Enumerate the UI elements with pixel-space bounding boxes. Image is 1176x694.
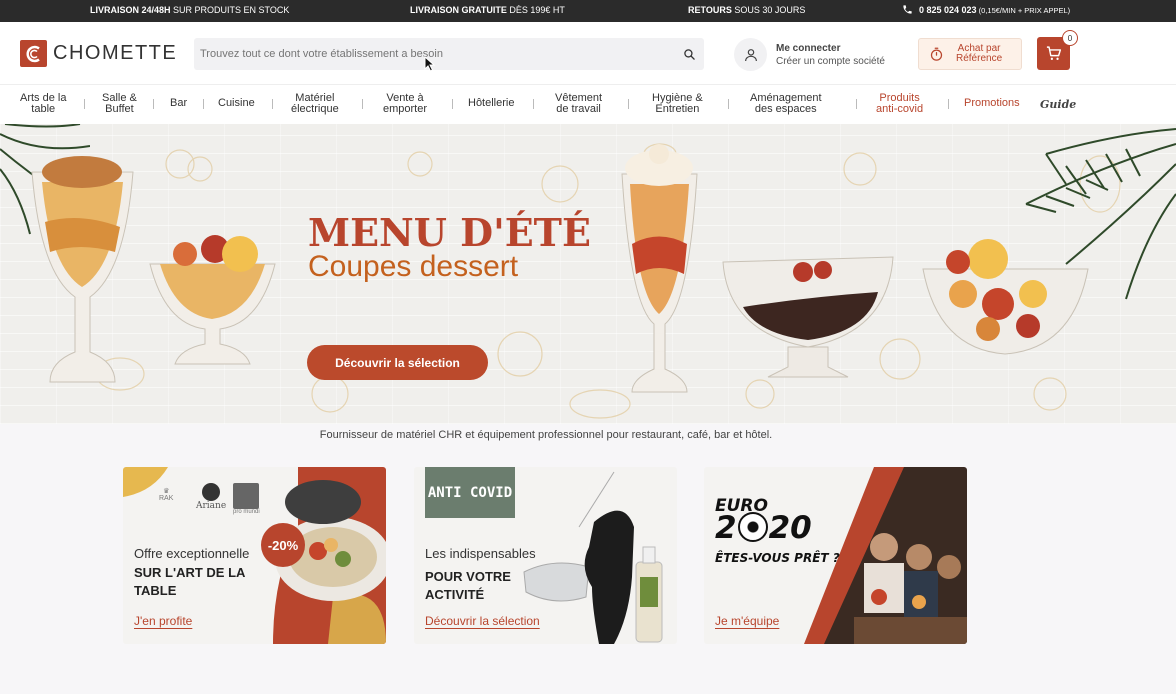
nav-separator	[272, 99, 273, 109]
brand-logo-rak: ♛ RAK	[159, 488, 174, 502]
discount-badge: -20%	[261, 523, 305, 567]
logo-text: CHOMETTE	[53, 42, 178, 64]
top-info-bar: LIVRAISON 24/48H SUR PRODUITS EN STOCK L…	[0, 0, 1176, 22]
create-account-label: Créer un compte société	[776, 55, 885, 67]
site-tagline: Fournisseur de matériel CHR et équipemen…	[319, 429, 773, 441]
login-label: Me connecter	[776, 42, 841, 54]
nav-item-arts-de-la-table[interactable]: Arts de la table	[20, 93, 66, 115]
nav-item-hygiene-entretien[interactable]: Hygiène & Entretien	[652, 93, 703, 115]
brand-logo-promundi: pro mundi	[233, 483, 260, 515]
nav-item-salle-buffet[interactable]: Salle & Buffet	[102, 93, 137, 115]
nav-separator	[84, 99, 85, 109]
chomette-logo-icon	[20, 40, 47, 67]
main-navigation: Arts de la table Salle & Buffet Bar Cuisin…	[0, 84, 1176, 124]
card2-line2: POUR VOTRE	[425, 569, 511, 584]
nav-separator	[452, 99, 453, 109]
parfait-glass-image	[621, 144, 698, 393]
euro-year: 2 20	[715, 510, 812, 546]
mouse-cursor-icon	[424, 56, 436, 72]
card1-line1: Offre exceptionnelle	[134, 546, 250, 561]
euro-tagline: ÊTES-VOUS PRÊT ?	[715, 551, 840, 565]
phone-icon	[903, 5, 912, 14]
card1-line3: TABLE	[134, 583, 177, 598]
nav-separator	[533, 99, 534, 109]
nav-item-cuisine[interactable]: Cuisine	[218, 98, 255, 109]
nav-separator	[628, 99, 629, 109]
cart-button[interactable]: 0	[1037, 30, 1078, 70]
promo-card-art-de-la-table[interactable]: ♛ RAK Ariane pro mundi -20% Offre excepti…	[123, 467, 386, 644]
site-logo[interactable]: CHOMETTE	[20, 40, 177, 67]
hero-subtitle: Coupes dessert	[308, 250, 519, 283]
sundae-glass-image	[31, 156, 134, 383]
nav-separator	[203, 99, 204, 109]
free-shipping-bold: LIVRAISON GRATUITE	[410, 5, 507, 15]
chocolate-dessert-bowl-image	[722, 256, 894, 378]
search-bar	[194, 38, 704, 70]
stopwatch-icon	[930, 47, 943, 61]
returns-rest: SOUS 30 JOURS	[731, 5, 806, 15]
nav-item-promotions[interactable]: Promotions	[964, 98, 1020, 109]
nav-separator	[856, 99, 857, 109]
achat-label-2: Référence	[956, 53, 1003, 64]
free-shipping-info: LIVRAISON GRATUITE DÈS 199€ HT	[410, 5, 565, 15]
phone-price: (0,15€/MIN + PRIX APPEL)	[976, 5, 1071, 15]
brand-logo-ariane: Ariane	[196, 483, 226, 511]
phone-number: 0 825 024 023	[919, 4, 977, 15]
hero-title: MENU D'ÉTÉ	[308, 210, 591, 255]
card1-link[interactable]: J'en profite	[134, 614, 192, 628]
card3-link[interactable]: Je m'équipe	[715, 614, 779, 628]
search-icon	[683, 48, 695, 60]
card2-line3: ACTIVITÉ	[425, 587, 485, 602]
nav-item-hotellerie[interactable]: Hôtellerie	[468, 98, 514, 109]
nav-separator	[948, 99, 949, 109]
nav-item-bar[interactable]: Bar	[170, 98, 187, 109]
account-link[interactable]: Me connecter Créer un compte société	[734, 38, 885, 71]
hero-cta-button[interactable]: Découvrir la sélection	[307, 345, 488, 380]
nav-separator	[362, 99, 363, 109]
phone-info[interactable]: 0 825 024 023 (0,15€/MIN + PRIX APPEL)	[902, 4, 1070, 15]
fruit-salad-bowl-image	[922, 239, 1089, 355]
nav-item-produits-anti-covid[interactable]: Produits anti-covid	[876, 93, 923, 115]
delivery-info-rest: SUR PRODUITS EN STOCK	[170, 5, 290, 15]
promo-card-euro-2020[interactable]: EURO 2 20 ÊTES-VOUS PRÊT ? Je m'équipe	[704, 467, 967, 644]
cart-count-badge: 0	[1062, 30, 1078, 46]
card1-line2: SUR L'ART DE LA	[134, 565, 246, 580]
nav-item-guide[interactable]: Guide	[1040, 98, 1076, 111]
delivery-info-bold: LIVRAISON 24/48H	[90, 5, 171, 15]
free-shipping-rest: DÈS 199€ HT	[506, 5, 565, 15]
nav-separator	[728, 99, 729, 109]
nav-separator	[153, 99, 154, 109]
card2-link[interactable]: Découvrir la sélection	[425, 614, 540, 628]
promo-card-anti-covid[interactable]: ANTI COVID Les indispensables POUR VOTRE…	[414, 467, 677, 644]
football-icon	[737, 512, 768, 542]
card2-line1: Les indispensables	[425, 546, 536, 561]
hero-banner[interactable]: MENU D'ÉTÉ Coupes dessert Découvrir la s…	[0, 124, 1176, 424]
user-icon	[734, 38, 767, 71]
returns-bold: RETOURS	[688, 5, 732, 15]
site-header: CHOMETTE Me connecter Créer un compte so…	[0, 22, 1176, 84]
search-button[interactable]	[674, 39, 704, 69]
order-by-reference-button[interactable]: Achat par Référence	[918, 38, 1022, 70]
nav-item-amenagement-des-espaces[interactable]: Aménagement des espaces	[750, 93, 822, 115]
returns-info: RETOURS SOUS 30 JOURS	[688, 5, 805, 15]
dessert-bowl-image	[149, 235, 276, 365]
nav-item-vetement-de-travail[interactable]: Vêtement de travail	[555, 93, 602, 115]
nav-item-materiel-electrique[interactable]: Matériel électrique	[291, 93, 339, 115]
nav-item-vente-a-emporter[interactable]: Vente à emporter	[383, 93, 427, 115]
delivery-info: LIVRAISON 24/48H SUR PRODUITS EN STOCK	[90, 5, 289, 15]
cart-icon	[1046, 46, 1061, 60]
